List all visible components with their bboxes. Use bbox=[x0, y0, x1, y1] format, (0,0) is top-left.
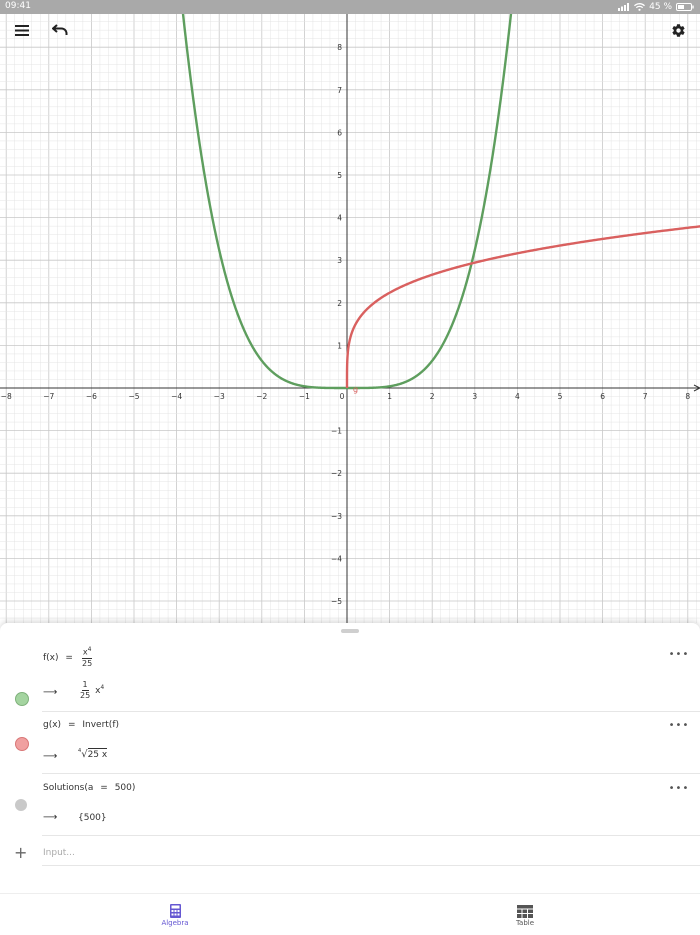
menu-button[interactable] bbox=[8, 16, 36, 44]
calculator-icon bbox=[170, 904, 181, 918]
equals-sign: = bbox=[100, 783, 108, 793]
rhs-solutions: 500) bbox=[114, 783, 136, 793]
radicand: 25 x bbox=[87, 748, 108, 760]
y-tick-label: 2 bbox=[337, 299, 342, 308]
more-options-button[interactable]: ••• bbox=[668, 720, 690, 731]
visibility-toggle-solutions[interactable] bbox=[15, 799, 27, 811]
y-tick-label: −5 bbox=[331, 597, 342, 606]
status-bar: 09:41 45 % bbox=[0, 0, 700, 14]
result-arrow: ⟶ bbox=[43, 687, 58, 698]
y-tick-label: −1 bbox=[331, 427, 342, 436]
algebra-panel: f(x) = x4 25 ⟶ 1 25 x4 ••• g(x) = Invert… bbox=[0, 623, 700, 934]
panel-drag-handle[interactable] bbox=[341, 629, 359, 633]
fraction: x4 25 bbox=[81, 646, 93, 668]
more-options-button[interactable]: ••• bbox=[668, 783, 690, 794]
status-time: 09:41 bbox=[5, 1, 31, 11]
x-tick-label: 4 bbox=[515, 392, 520, 401]
y-tick-label: −4 bbox=[331, 554, 342, 563]
y-tick-label: −2 bbox=[331, 469, 342, 478]
undo-button[interactable] bbox=[46, 16, 74, 44]
equals-sign: = bbox=[65, 652, 73, 663]
fraction: 1 25 bbox=[80, 681, 90, 700]
tab-algebra-label: Algebra bbox=[161, 919, 189, 927]
x-tick-label: −4 bbox=[171, 392, 182, 401]
visibility-toggle-f[interactable] bbox=[15, 692, 29, 706]
tab-table[interactable]: Table bbox=[350, 894, 700, 935]
y-tick-label: 1 bbox=[337, 341, 342, 350]
definition-g[interactable]: g(x) = Invert(f) bbox=[43, 720, 119, 730]
more-options-button[interactable]: ••• bbox=[668, 649, 690, 660]
numerator: 1 bbox=[81, 680, 89, 691]
x-tick-label: 0 bbox=[340, 392, 345, 401]
graph-view[interactable]: −8 −7 −6 −5 −4 −3 −2 −1 0 1 2 3 4 5 6 7 8 1 2 3 4 5 6 7 8 −1 −2 −3 −… bbox=[0, 0, 700, 623]
result-solutions: {500} bbox=[78, 813, 107, 823]
lhs-solutions: Solutions(a bbox=[43, 783, 94, 793]
x-tick-label: −5 bbox=[128, 392, 139, 401]
battery-icon bbox=[676, 3, 694, 11]
hamburger-menu-icon bbox=[15, 24, 29, 36]
denominator: 25 bbox=[82, 658, 93, 668]
x-tick-label: 6 bbox=[600, 392, 605, 401]
x-tick-label: −6 bbox=[86, 392, 97, 401]
battery-percent: 45 % bbox=[649, 2, 672, 12]
y-tick-label: 6 bbox=[337, 128, 342, 137]
result-f: 1 25 x4 bbox=[78, 681, 104, 700]
x-tick-label: 1 bbox=[387, 392, 392, 401]
lhs-g: g(x) bbox=[43, 720, 62, 730]
row-divider bbox=[42, 865, 700, 866]
exponent: 4 bbox=[87, 646, 92, 653]
x-tick-label: 8 bbox=[685, 392, 690, 401]
signal-icon bbox=[618, 3, 630, 11]
row-divider bbox=[42, 773, 700, 774]
x-tick-label: 3 bbox=[472, 392, 477, 401]
x-tick-label: 2 bbox=[430, 392, 435, 401]
radical-sign: √ bbox=[81, 749, 88, 760]
exponent: 4 bbox=[100, 684, 105, 691]
lhs-f: f(x) bbox=[43, 652, 59, 663]
y-tick-label: 3 bbox=[337, 256, 342, 265]
undo-icon bbox=[52, 24, 68, 35]
result-g: 4√25 x bbox=[78, 748, 108, 760]
function-g-label: g bbox=[353, 385, 358, 394]
add-icon[interactable]: + bbox=[14, 843, 27, 862]
bottom-navigation: Algebra Table bbox=[0, 893, 700, 935]
gear-icon bbox=[671, 23, 685, 37]
row-divider bbox=[42, 711, 700, 712]
definition-solutions[interactable]: Solutions(a = 500) bbox=[43, 783, 135, 793]
result-arrow: ⟶ bbox=[43, 812, 58, 823]
result-arrow: ⟶ bbox=[43, 751, 58, 762]
x-tick-label: −3 bbox=[214, 392, 225, 401]
tab-algebra[interactable]: Algebra bbox=[0, 894, 350, 935]
table-icon bbox=[517, 905, 533, 918]
denominator: 25 bbox=[80, 691, 91, 700]
x-tick-label: 7 bbox=[643, 392, 648, 401]
settings-button[interactable] bbox=[664, 16, 692, 44]
y-tick-label: 7 bbox=[337, 86, 342, 95]
y-tick-label: 4 bbox=[337, 214, 342, 223]
status-indicators: 45 % bbox=[618, 0, 694, 14]
x-tick-label: −1 bbox=[299, 392, 310, 401]
x-tick-label: −7 bbox=[43, 392, 54, 401]
algebra-input[interactable]: Input... bbox=[43, 848, 75, 858]
rhs-g: Invert(f) bbox=[82, 720, 120, 730]
tab-table-label: Table bbox=[515, 919, 535, 927]
root-index: 4 bbox=[78, 748, 82, 754]
y-tick-label: 5 bbox=[337, 171, 342, 180]
algebra-row-g[interactable]: g(x) = Invert(f) ⟶ 4√25 x ••• bbox=[0, 715, 700, 773]
algebra-row-solutions[interactable]: Solutions(a = 500) ⟶ {500} ••• bbox=[0, 777, 700, 835]
visibility-toggle-g[interactable] bbox=[15, 737, 29, 751]
x-tick-label: 5 bbox=[558, 392, 563, 401]
row-divider bbox=[42, 835, 700, 836]
wifi-icon bbox=[634, 3, 646, 11]
equals-sign: = bbox=[67, 720, 76, 730]
x-tick-label: −8 bbox=[1, 392, 12, 401]
y-tick-label: −3 bbox=[331, 512, 342, 521]
definition-f[interactable]: f(x) = x4 25 bbox=[43, 647, 94, 668]
x-tick-label: −2 bbox=[256, 392, 267, 401]
y-tick-label: 8 bbox=[337, 43, 342, 52]
algebra-row-f[interactable]: f(x) = x4 25 ⟶ 1 25 x4 ••• bbox=[0, 645, 700, 711]
